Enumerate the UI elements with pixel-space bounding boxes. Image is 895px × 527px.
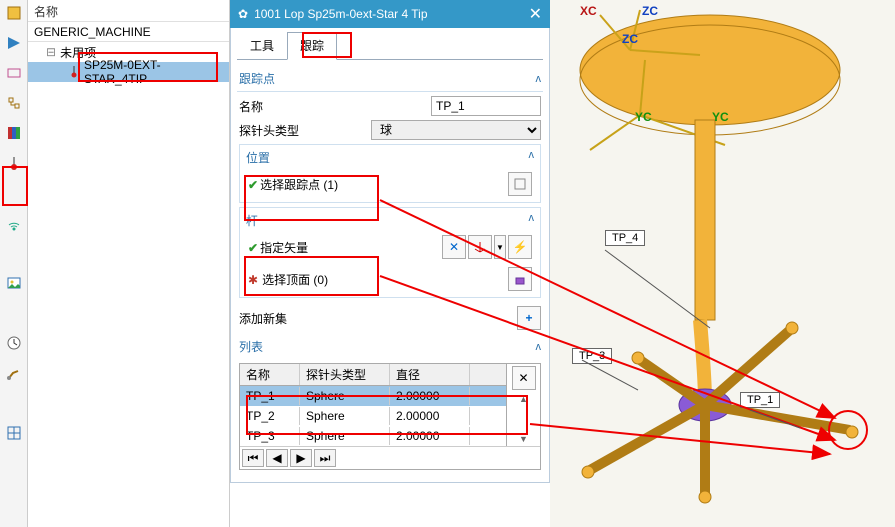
probe-model — [550, 0, 895, 527]
toolbar-icon-arm[interactable] — [5, 364, 23, 382]
asterisk-icon: ✱ — [248, 273, 258, 287]
chevron-up-icon: ʌ — [536, 341, 542, 353]
axis-yc-label: YC — [635, 110, 652, 124]
toolbar-icon-books[interactable] — [5, 124, 23, 142]
probe-type-label: 探针头类型 — [239, 122, 299, 139]
vector-axes-button[interactable] — [468, 235, 492, 259]
col-dia[interactable]: 直径 — [390, 364, 470, 385]
close-icon[interactable]: ✕ — [529, 4, 542, 24]
axis-zc-label: ZC — [642, 4, 658, 18]
axis-yc2-label: YC — [712, 110, 729, 124]
callout-tp1[interactable]: TP_1 — [740, 392, 780, 408]
nav-prev-button[interactable]: ◀ — [266, 449, 288, 467]
nav-first-button[interactable]: ⏮ — [242, 449, 264, 467]
dialog-tabs: 工具 跟踪 — [237, 32, 543, 60]
row-specify-vector[interactable]: ✔指定矢量 ✕ ▼ ⚡ — [242, 231, 538, 263]
row-select-vertex[interactable]: ✱选择顶面 (0) — [242, 263, 538, 295]
toolbar-icon-hierarchy[interactable] — [5, 94, 23, 112]
axis-zc2-label: ZC — [622, 32, 638, 46]
left-toolbar — [0, 0, 28, 527]
delete-row-button[interactable]: ✕ — [512, 366, 536, 390]
name-label: 名称 — [239, 98, 263, 115]
toolbar-icon-probe[interactable] — [5, 154, 23, 172]
chevron-up-icon: ʌ — [536, 73, 542, 85]
table-nav: ⏮ ◀ ▶ ⏭ — [240, 446, 540, 469]
group-position: 位置ʌ ✔选择跟踪点 (1) — [239, 144, 541, 203]
find-icon: ✿ — [238, 7, 248, 21]
table-row[interactable]: TP_2 Sphere 2.00000 — [240, 406, 506, 426]
vector-swap-button[interactable]: ✕ — [442, 235, 466, 259]
vertex-picker-button[interactable] — [508, 267, 532, 291]
add-set-button[interactable]: + — [517, 306, 541, 330]
chevron-up-icon: ʌ — [529, 212, 535, 229]
tab-tool[interactable]: 工具 — [237, 32, 287, 59]
row-select-track-point[interactable]: ✔选择跟踪点 (1) — [242, 168, 538, 200]
probe-type-select[interactable]: 球 — [371, 120, 541, 140]
col-type[interactable]: 探针头类型 — [300, 364, 390, 385]
scroll-down-icon[interactable]: ▼ — [519, 434, 528, 444]
viewport-3d[interactable]: XC ZC ZC YC YC TP_4 TP_3 TP_1 — [550, 0, 895, 527]
vector-flash-button[interactable]: ⚡ — [508, 235, 532, 259]
col-name[interactable]: 名称 — [240, 364, 300, 385]
toolbar-icon-wifi[interactable] — [5, 214, 23, 232]
tree-header-name: 名称 — [28, 0, 229, 22]
tab-track[interactable]: 跟踪 — [287, 32, 337, 60]
tree-item-label: SP25M-0EXT-STAR_4TIP — [84, 58, 223, 86]
track-point-table: 名称 探针头类型 直径 TP_1 Sphere 2.00000 TP_2 Sph… — [239, 363, 541, 470]
tree-panel: 名称 GENERIC_MACHINE ⊟ 未用项 SP25M-0EXT-STAR… — [28, 0, 230, 527]
tree-row-probe[interactable]: SP25M-0EXT-STAR_4TIP — [28, 62, 229, 82]
dialog-titlebar[interactable]: ✿ 1001 Lop Sp25m-0ext-Star 4 Tip ✕ — [230, 0, 550, 28]
check-icon: ✔ — [248, 178, 258, 192]
callout-tp4[interactable]: TP_4 — [605, 230, 645, 246]
toolbar-icon-clock[interactable] — [5, 334, 23, 352]
section-track-point[interactable]: 跟踪点 ʌ — [237, 66, 543, 92]
group-rod: 杆ʌ ✔指定矢量 ✕ ▼ ⚡ ✱选择顶面 (0) — [239, 207, 541, 298]
probe-dialog: ✿ 1001 Lop Sp25m-0ext-Star 4 Tip ✕ 工具 跟踪… — [230, 0, 550, 483]
nav-last-button[interactable]: ⏭ — [314, 449, 336, 467]
name-input[interactable] — [431, 96, 541, 116]
callout-tp3[interactable]: TP_3 — [572, 348, 612, 364]
table-row[interactable]: TP_3 Sphere 2.00000 — [240, 426, 506, 446]
toolbar-icon-2[interactable] — [5, 34, 23, 52]
toolbar-icon-3[interactable] — [5, 64, 23, 82]
section-list[interactable]: 列表 ʌ — [237, 334, 543, 359]
table-header: 名称 探针头类型 直径 — [240, 364, 506, 386]
toolbar-icon-1[interactable] — [5, 4, 23, 22]
add-set-label: 添加新集 — [239, 310, 287, 327]
chevron-up-icon: ʌ — [529, 149, 535, 166]
vector-drop-button[interactable]: ▼ — [494, 235, 506, 259]
table-row[interactable]: TP_1 Sphere 2.00000 — [240, 386, 506, 406]
check-icon: ✔ — [248, 241, 258, 255]
scroll-up-icon[interactable]: ▲ — [519, 394, 528, 404]
point-picker-button[interactable] — [508, 172, 532, 196]
tree-row-machine[interactable]: GENERIC_MACHINE — [28, 22, 229, 42]
toolbar-icon-image[interactable] — [5, 274, 23, 292]
dialog-title: 1001 Lop Sp25m-0ext-Star 4 Tip — [254, 7, 427, 21]
toolbar-icon-layout[interactable] — [5, 424, 23, 442]
nav-next-button[interactable]: ▶ — [290, 449, 312, 467]
axis-xc-label: XC — [580, 4, 597, 18]
